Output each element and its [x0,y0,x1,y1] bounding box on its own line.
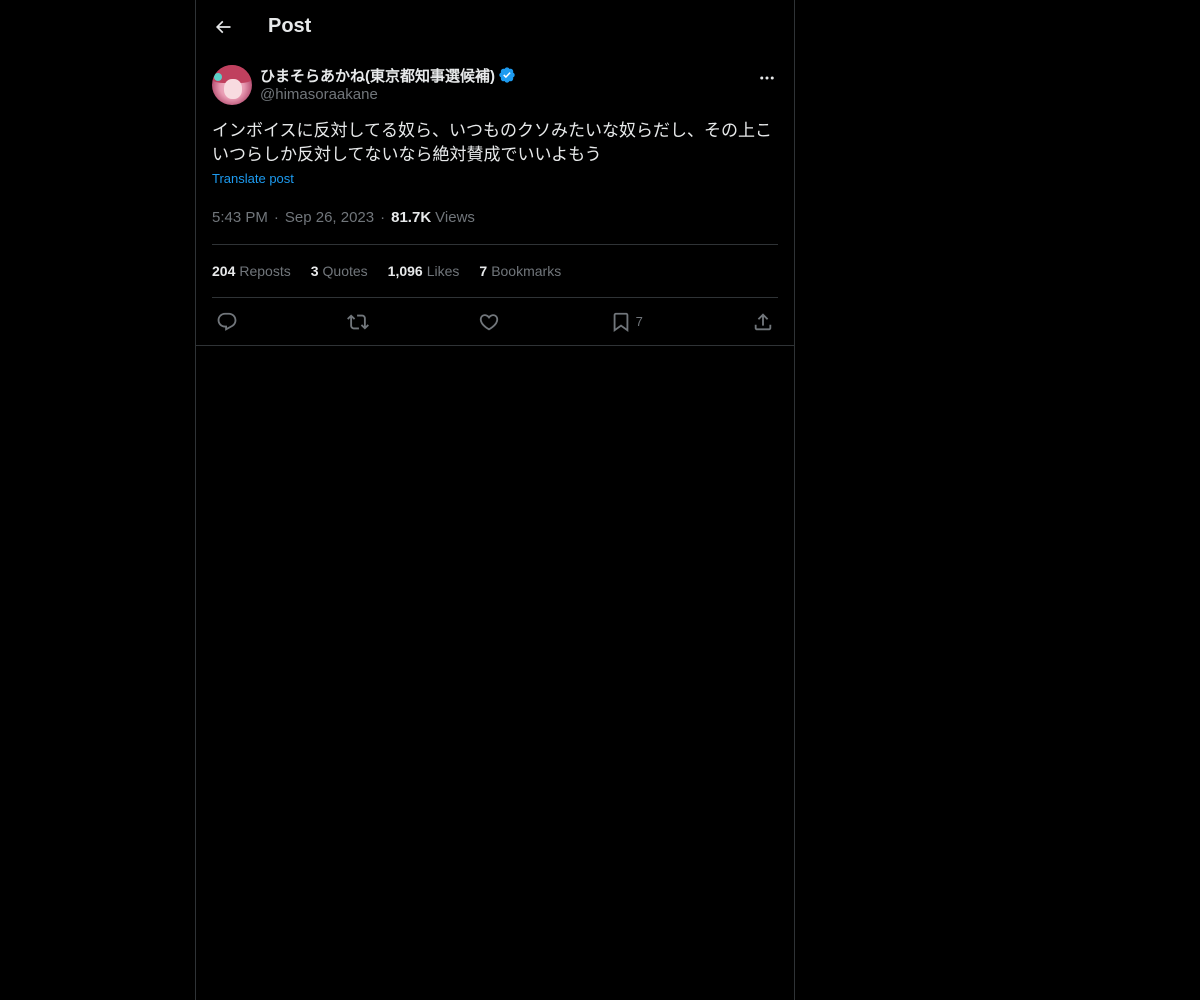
author-handle[interactable]: @himasoraakane [260,86,516,103]
post-text-line: いつらしか反対してないなら絶対賛成でいいよもう [212,145,602,164]
share-icon [754,312,772,330]
repost-icon [347,314,370,329]
post-detail: ひまそらあかね(東京都知事選候補) @himasoraakane インボイスに反… [196,65,794,346]
more-horizontal-icon [760,76,774,80]
page-header: Post [196,0,794,53]
post-date[interactable]: Sep 26, 2023 [285,209,374,226]
bookmark-icon [613,312,628,332]
bookmark-count: 7 [635,314,643,329]
share-button[interactable] [752,311,774,333]
reply-icon [217,312,237,331]
bookmarks-stat[interactable]: 7 Bookmarks [479,263,561,279]
avatar[interactable] [212,65,252,105]
post-time[interactable]: 5:43 PM [212,209,268,226]
likes-stat[interactable]: 1,096 Likes [388,263,460,279]
meta-separator: · [273,208,279,226]
post-stats: 204 Reposts 3 Quotes 1,096 Likes 7 Bookmarks [212,245,778,298]
verified-badge-icon[interactable] [498,66,516,84]
author-names: ひまそらあかね(東京都知事選候補) @himasoraakane [260,65,516,103]
views-label: Views [435,208,475,226]
author-row: ひまそらあかね(東京都知事選候補) @himasoraakane [212,65,778,105]
page-title: Post [268,15,312,37]
back-button[interactable] [212,16,234,38]
post-text: インボイスに反対してる奴ら、いつものクソみたいな奴らだし、その上こ いつらしか反… [212,119,778,167]
more-options-button[interactable] [756,67,778,89]
heart-icon [480,313,499,330]
meta-separator: · [380,208,386,226]
arrow-left-icon [215,20,231,33]
post-meta: 5:43 PM · Sep 26, 2023 · 81.7K Views [212,206,778,245]
bookmark-button[interactable]: 7 [610,311,643,333]
reply-button[interactable] [216,311,238,333]
post-actions: 7 [212,298,778,345]
post-text-line: インボイスに反対してる奴ら、いつものクソみたいな奴らだし、その上こ [212,121,772,140]
repost-button[interactable] [347,311,370,333]
like-button[interactable] [478,311,500,333]
quotes-stat[interactable]: 3 Quotes [311,263,368,279]
author-display-name[interactable]: ひまそらあかね(東京都知事選候補) [260,65,495,86]
views-count: 81.7K [391,208,432,226]
translate-post-link[interactable]: Translate post [212,171,294,186]
reposts-stat[interactable]: 204 Reposts [212,263,291,279]
main-column: Post ひまそらあかね(東京都知事選候補) @himasoraakane イン… [195,0,795,1000]
